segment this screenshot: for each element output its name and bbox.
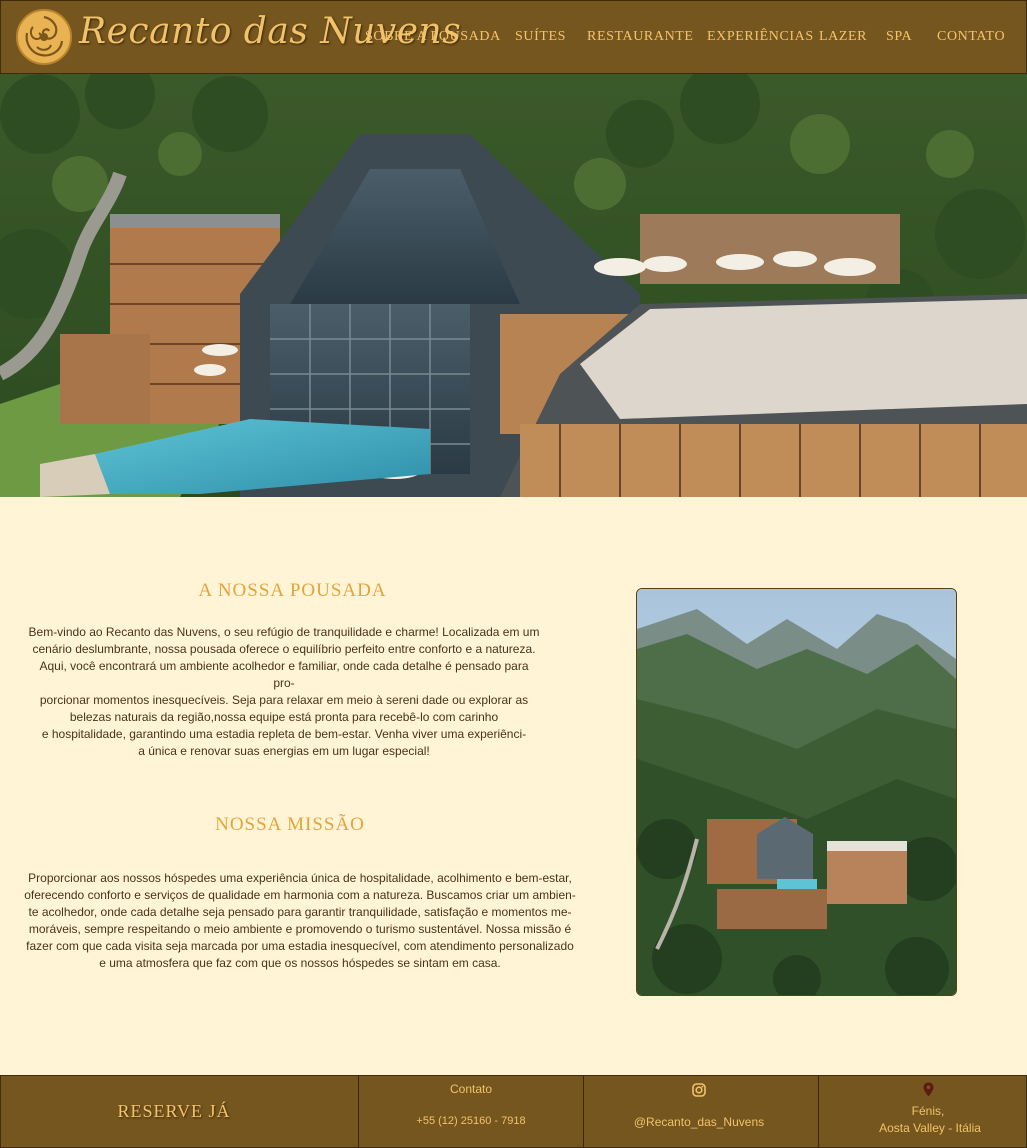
- nav-experiencias[interactable]: Experiências: [707, 29, 814, 45]
- hero-hotel-photo: [0, 74, 1027, 497]
- mission-line: fazer com que cada visita seja marcada p…: [26, 939, 574, 953]
- mission-paragraph: Proporcionar aos nossos hóspedes uma exp…: [24, 870, 576, 972]
- location-pin-icon: [923, 1082, 934, 1097]
- about-line: Bem-vindo ao Recanto das Nuvens, o seu r…: [28, 625, 540, 639]
- site-header: Recanto das Nuvens Sobre a Pousada Suíte…: [0, 0, 1027, 74]
- about-line: Aqui, você encontrará um ambiente acolhe…: [39, 659, 529, 690]
- nav-contato[interactable]: Contato: [937, 29, 1005, 45]
- instagram-handle[interactable]: @Recanto_das_Nuvens: [584, 1115, 814, 1129]
- nav-sobre-a-pousada[interactable]: Sobre a Pousada: [365, 29, 501, 45]
- contact-label: Contato: [449, 1082, 493, 1096]
- about-paragraph: Bem-vindo ao Recanto das Nuvens, o seu r…: [28, 624, 540, 760]
- mission-title: NOSSA MISSÃO: [215, 814, 365, 835]
- about-line: belezas naturais da região,nossa equipe …: [69, 710, 499, 724]
- footer-social-cell: @Recanto_das_Nuvens: [584, 1076, 819, 1147]
- valley-aerial-photo: [636, 588, 957, 996]
- about-title: A NOSSA POUSADA: [198, 580, 387, 601]
- mission-line: te acolhedor, onde cada detalhe seja pen…: [28, 905, 572, 919]
- about-line: cenário deslumbrante, nossa pousada ofer…: [32, 642, 536, 656]
- site-footer: RESERVE JÁ Contato +55 (12) 25160 - 7918…: [0, 1075, 1027, 1148]
- nav-lazer[interactable]: Lazer: [819, 29, 867, 45]
- location-city: Fénis,: [911, 1104, 945, 1118]
- footer-contact-cell: Contato +55 (12) 25160 - 7918: [359, 1076, 584, 1147]
- flower-logo-icon[interactable]: [13, 7, 75, 67]
- phone-number[interactable]: +55 (12) 25160 - 7918: [359, 1115, 583, 1127]
- mission-line: oferecendo conforto e serviços de qualid…: [24, 888, 576, 902]
- instagram-icon[interactable]: [692, 1083, 706, 1097]
- nav-restaurante[interactable]: Restaurante: [587, 29, 694, 45]
- about-line: porcionar momentos inesquecíveis. Seja p…: [39, 693, 529, 707]
- footer-reserve-cell: RESERVE JÁ: [1, 1076, 359, 1147]
- footer-location-cell: Fénis, Aosta Valley - Itália: [819, 1076, 1026, 1147]
- location-region: Aosta Valley - Itália: [879, 1121, 981, 1135]
- mission-line: Proporcionar aos nossos hóspedes uma exp…: [28, 871, 572, 885]
- about-line: a única e renovar suas energias em um lu…: [138, 744, 430, 758]
- nav-spa[interactable]: SPA: [886, 29, 912, 45]
- about-line: e hospitalidade, garantindo uma estadia …: [41, 727, 527, 741]
- mission-line: moráveis, sempre respeitando o meio ambi…: [28, 922, 572, 936]
- mission-line: e uma atmosfera que faz com que os nosso…: [99, 956, 501, 970]
- nav-suites[interactable]: Suítes: [515, 29, 566, 45]
- reserve-button[interactable]: RESERVE JÁ: [1, 1076, 347, 1147]
